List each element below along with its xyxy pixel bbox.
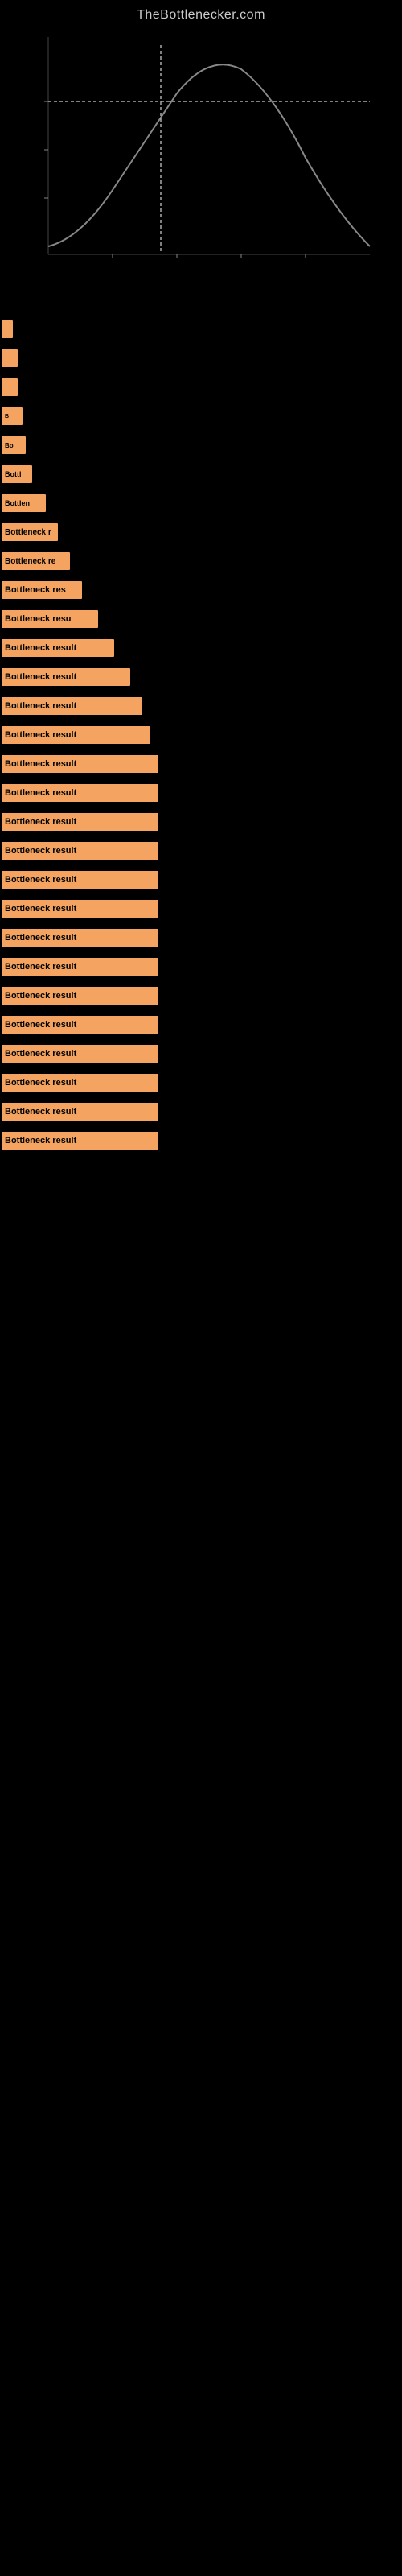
result-bar: Bottleneck result	[2, 842, 158, 860]
list-item: Bottleneck result	[0, 810, 402, 834]
result-bar: Bottleneck result	[2, 958, 158, 976]
result-bar: Bottleneck result	[2, 1132, 158, 1150]
list-item: Bottleneck result	[0, 694, 402, 718]
result-bar: Bottleneck result	[2, 1045, 158, 1063]
list-item: Bottleneck result	[0, 1013, 402, 1037]
list-item: Bottleneck result	[0, 665, 402, 689]
result-bar: Bottleneck result	[2, 726, 150, 744]
list-item	[0, 375, 402, 399]
result-bar: Bottleneck result	[2, 755, 158, 773]
list-item: Bottleneck result	[0, 1071, 402, 1095]
list-item: Bottleneck result	[0, 752, 402, 776]
list-item: Bottleneck result	[0, 955, 402, 979]
result-bar: Bottleneck result	[2, 987, 158, 1005]
list-item: B	[0, 404, 402, 428]
result-bar: Bottleneck result	[2, 1016, 158, 1034]
result-bar: Bottleneck result	[2, 1074, 158, 1092]
result-bar: Bottleneck result	[2, 871, 158, 889]
result-bar: Bottleneck result	[2, 900, 158, 918]
spacer-0	[0, 303, 402, 317]
list-item: Bottleneck result	[0, 897, 402, 921]
result-bar: B	[2, 407, 23, 425]
list-item: Bottleneck result	[0, 1129, 402, 1153]
list-item: Bottlen	[0, 491, 402, 515]
list-item: Bottleneck result	[0, 1100, 402, 1124]
result-bar: Bottlen	[2, 494, 46, 512]
result-bar: Bottleneck r	[2, 523, 58, 541]
result-bar: Bottleneck resu	[2, 610, 98, 628]
list-item: Bottleneck result	[0, 723, 402, 747]
list-item: Bottleneck res	[0, 578, 402, 602]
result-bar: Bottleneck result	[2, 639, 114, 657]
result-bar: Bottleneck result	[2, 813, 158, 831]
performance-chart	[16, 29, 386, 287]
result-bar	[2, 320, 13, 338]
list-item: Bottleneck result	[0, 984, 402, 1008]
chart-svg	[16, 29, 386, 287]
site-title-bar: TheBottlenecker.com	[0, 0, 402, 29]
result-bar: Bottleneck result	[2, 929, 158, 947]
result-list: B Bo Bottl Bottlen Bottleneck r Bottlene…	[0, 303, 402, 1169]
list-item: Bo	[0, 433, 402, 457]
list-item: Bottleneck result	[0, 781, 402, 805]
result-bar: Bottleneck res	[2, 581, 82, 599]
result-bar: Bo	[2, 436, 26, 454]
result-bar: Bottleneck re	[2, 552, 70, 570]
result-bar	[2, 378, 18, 396]
site-title: TheBottlenecker.com	[0, 0, 402, 29]
result-bar: Bottleneck result	[2, 668, 130, 686]
list-item: Bottleneck result	[0, 926, 402, 950]
list-item: Bottleneck result	[0, 868, 402, 892]
result-bar: Bottleneck result	[2, 697, 142, 715]
list-item	[0, 346, 402, 370]
list-item: Bottleneck result	[0, 636, 402, 660]
list-item: Bottleneck resu	[0, 607, 402, 631]
result-bar: Bottleneck result	[2, 1103, 158, 1121]
result-bar	[2, 349, 18, 367]
result-bar: Bottl	[2, 465, 32, 483]
list-item: Bottleneck re	[0, 549, 402, 573]
list-item: Bottleneck r	[0, 520, 402, 544]
list-item: Bottl	[0, 462, 402, 486]
list-item: Bottleneck result	[0, 1042, 402, 1066]
list-item	[0, 317, 402, 341]
list-item: Bottleneck result	[0, 839, 402, 863]
result-bar: Bottleneck result	[2, 784, 158, 802]
